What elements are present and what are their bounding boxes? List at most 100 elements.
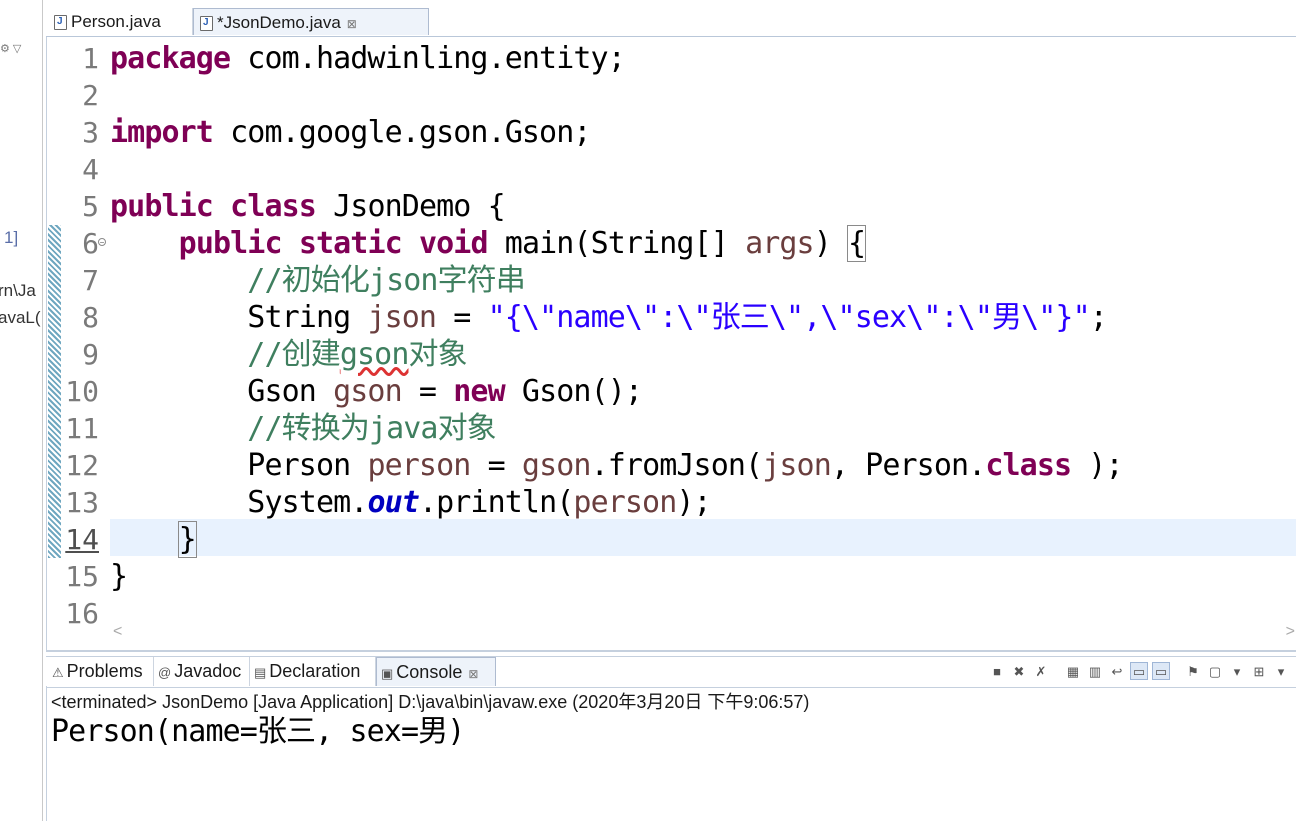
comment: 对象 bbox=[408, 337, 467, 372]
tab-label: Javadoc bbox=[174, 661, 242, 681]
line-number: 12 bbox=[65, 449, 99, 482]
explorer-fragment[interactable]: avaL( bbox=[0, 308, 41, 328]
line-number: 14 bbox=[65, 523, 99, 556]
clear-console-icon[interactable]: ▦ bbox=[1064, 662, 1082, 680]
code-text: main(String[] bbox=[487, 226, 746, 261]
static-field: out bbox=[367, 485, 419, 520]
tab-jsondemo-java[interactable]: *JsonDemo.java ⊠ bbox=[193, 8, 429, 35]
remove-all-launches-icon[interactable]: ✗ bbox=[1032, 662, 1050, 680]
console-icon: ▣ bbox=[381, 666, 394, 681]
keyword: class bbox=[985, 448, 1072, 483]
code-line: 9 //创建gson对象 bbox=[47, 336, 1296, 373]
java-file-icon bbox=[200, 16, 213, 32]
line-number: 7 bbox=[82, 264, 99, 297]
line-number: 8 bbox=[82, 301, 99, 334]
tab-person-java[interactable]: Person.java bbox=[48, 8, 193, 35]
code-text: } bbox=[110, 559, 128, 594]
scroll-left-arrow[interactable]: < bbox=[113, 623, 122, 641]
keyword: package bbox=[110, 41, 231, 76]
code-line: 3 import com.google.gson.Gson; bbox=[47, 114, 1296, 151]
code-line: 15 } bbox=[47, 558, 1296, 595]
variable: args bbox=[745, 226, 815, 261]
code-line: 6 − public static void main(String[] arg… bbox=[47, 225, 1296, 262]
code-line: 14 } bbox=[47, 521, 1296, 558]
code-line: 8 String json = "{\"name\":\"张三\",\"sex\… bbox=[47, 299, 1296, 336]
scroll-right-arrow[interactable]: > bbox=[1286, 623, 1295, 641]
fold-collapse-icon[interactable]: − bbox=[98, 238, 106, 247]
code-line: 2 bbox=[47, 77, 1296, 114]
code-text: ); bbox=[1071, 448, 1123, 483]
code-line: 13 System.out.println(person); bbox=[47, 484, 1296, 521]
line-number: 16 bbox=[65, 597, 99, 630]
keyword: class bbox=[230, 189, 317, 224]
word-wrap-icon[interactable]: ↩ bbox=[1108, 662, 1126, 680]
keyword: new bbox=[453, 374, 505, 409]
line-number: 6 bbox=[82, 227, 99, 260]
line-number: 2 bbox=[82, 79, 99, 112]
matching-bracket: } bbox=[177, 521, 197, 558]
code-line: 5 public class JsonDemo { bbox=[47, 188, 1296, 225]
console-output[interactable]: Person(name=张三, sex=男) bbox=[51, 713, 465, 751]
variable: gson bbox=[521, 448, 592, 483]
comment: //创建 bbox=[247, 337, 340, 372]
open-console-icon[interactable]: ⊞ bbox=[1250, 662, 1268, 680]
tab-label: Declaration bbox=[269, 661, 361, 681]
explorer-fragment[interactable]: rn\Ja bbox=[0, 281, 36, 301]
line-number: 11 bbox=[65, 412, 99, 445]
variable: gson bbox=[333, 374, 403, 409]
show-on-stdout-icon[interactable]: ▭ bbox=[1130, 662, 1148, 680]
line-number: 3 bbox=[82, 116, 99, 149]
line-number: 5 bbox=[82, 190, 99, 223]
variable: person bbox=[367, 448, 471, 483]
package-explorer-strip: ⚙ ▽ 1] rn\Ja avaL( bbox=[0, 0, 43, 821]
explorer-fragment[interactable]: 1] bbox=[4, 228, 18, 248]
code-text: Gson(); bbox=[504, 374, 643, 409]
code-text: ) bbox=[813, 226, 849, 261]
line-number: 13 bbox=[65, 486, 99, 519]
code-text: com.hadwinling.entity; bbox=[230, 41, 625, 76]
line-number: 4 bbox=[82, 153, 99, 186]
code-text: String bbox=[247, 300, 368, 335]
code-line: 11 //转换为java对象 bbox=[47, 410, 1296, 447]
code-line: 4 bbox=[47, 151, 1296, 188]
line-number: 9 bbox=[82, 338, 99, 371]
view-menu-icon[interactable]: ▾ bbox=[1272, 662, 1290, 680]
display-console-icon[interactable]: ▢ bbox=[1206, 662, 1224, 680]
terminate-icon[interactable]: ■ bbox=[988, 662, 1006, 680]
show-on-stderr-icon[interactable]: ▭ bbox=[1152, 662, 1170, 680]
javadoc-icon: @ bbox=[158, 665, 172, 680]
line-number: 1 bbox=[82, 42, 99, 75]
tab-declaration[interactable]: ▤ Declaration bbox=[250, 657, 376, 686]
code-editor[interactable]: 1 package com.hadwinling.entity; 2 3 imp… bbox=[46, 37, 1296, 652]
keyword: public bbox=[178, 226, 283, 261]
keyword: static bbox=[298, 226, 403, 261]
bottom-panel-tab-bar: ⚠ Problems @ Javadoc ▤ Declaration ▣ Console… bbox=[46, 656, 1296, 688]
code-text: = bbox=[401, 374, 454, 409]
string-literal: "{\"name\":\"张三\",\"sex\":\"男\"}" bbox=[487, 300, 1091, 335]
scroll-lock-icon[interactable]: ▥ bbox=[1086, 662, 1104, 680]
chevron-down-icon[interactable]: ▾ bbox=[1228, 662, 1246, 680]
keyword: import bbox=[110, 115, 214, 150]
pin-console-icon[interactable]: ⚑ bbox=[1184, 662, 1202, 680]
code-text: .println( bbox=[418, 485, 574, 520]
code-text: = bbox=[470, 448, 522, 483]
code-text: ; bbox=[1089, 300, 1108, 335]
tab-label: Person.java bbox=[71, 12, 161, 31]
variable: json bbox=[762, 448, 832, 483]
tab-problems[interactable]: ⚠ Problems bbox=[48, 657, 154, 686]
tab-console[interactable]: ▣ Console ⊠ bbox=[376, 657, 496, 686]
tab-javadoc[interactable]: @ Javadoc bbox=[154, 657, 250, 686]
variable: person bbox=[573, 485, 677, 520]
keyword: public bbox=[110, 189, 214, 224]
code-text: Gson bbox=[247, 374, 334, 409]
line-number: 15 bbox=[65, 560, 99, 593]
problems-icon: ⚠ bbox=[52, 665, 64, 680]
code-line: 10 Gson gson = new Gson(); bbox=[47, 373, 1296, 410]
close-icon[interactable]: ⊠ bbox=[347, 17, 357, 31]
code-line: 12 Person person = gson.fromJson(json, P… bbox=[47, 447, 1296, 484]
comment-spelling: gson bbox=[339, 337, 410, 372]
explorer-toolbar-icons[interactable]: ⚙ ▽ bbox=[0, 42, 21, 55]
close-icon[interactable]: ⊠ bbox=[468, 667, 478, 681]
remove-launch-icon[interactable]: ✖ bbox=[1010, 662, 1028, 680]
console-toolbar: ■ ✖ ✗ ▦ ▥ ↩ ▭ ▭ ⚑ ▢ ▾ ⊞ ▾ bbox=[988, 660, 1290, 682]
